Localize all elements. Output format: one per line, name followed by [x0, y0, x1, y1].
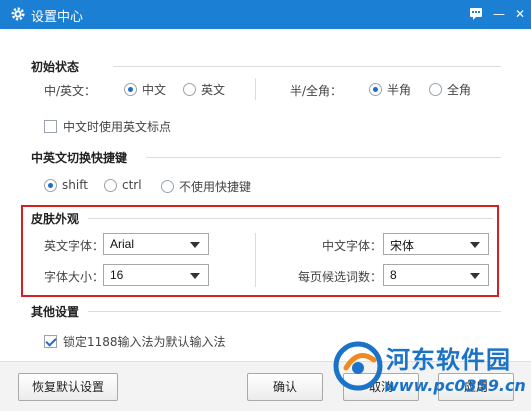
- chevron-down-icon: [190, 242, 200, 248]
- cn-font-value: 宋体: [390, 239, 415, 253]
- radio-dot: [124, 83, 137, 96]
- radio-dot: [161, 180, 174, 193]
- radio-full-width[interactable]: 全角: [429, 81, 471, 98]
- radio-dot: [183, 83, 196, 96]
- radio-no-shortcut[interactable]: 不使用快捷键: [161, 178, 251, 195]
- window-title: 设置中心: [31, 10, 84, 25]
- checkbox-default-ime-label: 锁定1188输入法为默认输入法: [63, 335, 226, 349]
- section-divider: [146, 157, 501, 158]
- section-divider: [88, 218, 493, 219]
- cn-font-label: 中文字体：: [322, 239, 383, 253]
- vertical-divider: [255, 78, 256, 100]
- radio-dot: [369, 83, 382, 96]
- radio-half-width-label: 半角: [387, 83, 412, 97]
- chat-icon[interactable]: [466, 4, 486, 24]
- close-icon[interactable]: ✕: [510, 4, 530, 24]
- en-font-label: 英文字体：: [44, 239, 105, 253]
- radio-dot: [104, 178, 117, 192]
- radio-full-width-label: 全角: [447, 83, 472, 97]
- vertical-divider: [255, 233, 256, 287]
- radio-chinese[interactable]: 中文: [124, 81, 166, 98]
- checkbox-box: [44, 120, 57, 133]
- radio-dot: [429, 83, 442, 96]
- section-divider: [113, 66, 501, 67]
- gear-icon: [11, 7, 25, 21]
- chevron-down-icon: [190, 273, 200, 279]
- section-title-skin: 皮肤外观: [31, 212, 80, 226]
- font-size-label: 字体大小：: [44, 270, 105, 284]
- radio-no-shortcut-label: 不使用快捷键: [179, 180, 252, 194]
- apply-button[interactable]: 应用: [438, 373, 514, 401]
- radio-ctrl-label: ctrl: [122, 178, 142, 192]
- radio-chinese-label: 中文: [142, 83, 167, 97]
- section-divider: [88, 311, 501, 312]
- restore-defaults-button[interactable]: 恢复默认设置: [18, 373, 118, 401]
- section-title-initial-state: 初始状态: [31, 60, 80, 74]
- radio-english-label: 英文: [201, 83, 226, 97]
- checkbox-english-punctuation-label: 中文时使用英文标点: [63, 120, 172, 134]
- candidates-select[interactable]: 8: [383, 264, 489, 286]
- chevron-down-icon: [470, 242, 480, 248]
- radio-shift[interactable]: shift: [44, 178, 88, 192]
- checkbox-english-punctuation[interactable]: 中文时使用英文标点: [44, 118, 171, 135]
- section-title-other: 其他设置: [31, 305, 80, 319]
- radio-ctrl[interactable]: ctrl: [104, 178, 142, 192]
- cn-font-select[interactable]: 宋体: [383, 233, 489, 255]
- font-size-select[interactable]: 16: [103, 264, 209, 286]
- cancel-button[interactable]: 取消: [343, 373, 419, 401]
- title-bar: 设置中心 — ✕: [0, 0, 531, 29]
- font-size-value: 16: [110, 268, 124, 282]
- chevron-down-icon: [470, 273, 480, 279]
- width-label: 半/全角：: [290, 84, 343, 98]
- ok-button[interactable]: 确认: [247, 373, 323, 401]
- en-font-value: Arial: [110, 237, 135, 251]
- radio-dot: [44, 178, 57, 192]
- candidates-label: 每页候选词数：: [298, 270, 383, 284]
- minimize-icon[interactable]: —: [489, 4, 509, 24]
- radio-english[interactable]: 英文: [183, 81, 225, 98]
- checkbox-default-ime[interactable]: 锁定1188输入法为默认输入法: [44, 333, 226, 350]
- checkbox-box: [44, 335, 57, 348]
- en-font-select[interactable]: Arial: [103, 233, 209, 255]
- radio-shift-label: shift: [62, 178, 88, 192]
- radio-half-width[interactable]: 半角: [369, 81, 411, 98]
- cn-en-label: 中/英文：: [44, 84, 97, 98]
- candidates-value: 8: [390, 268, 397, 282]
- section-title-switch-key: 中英文切换快捷键: [31, 151, 128, 165]
